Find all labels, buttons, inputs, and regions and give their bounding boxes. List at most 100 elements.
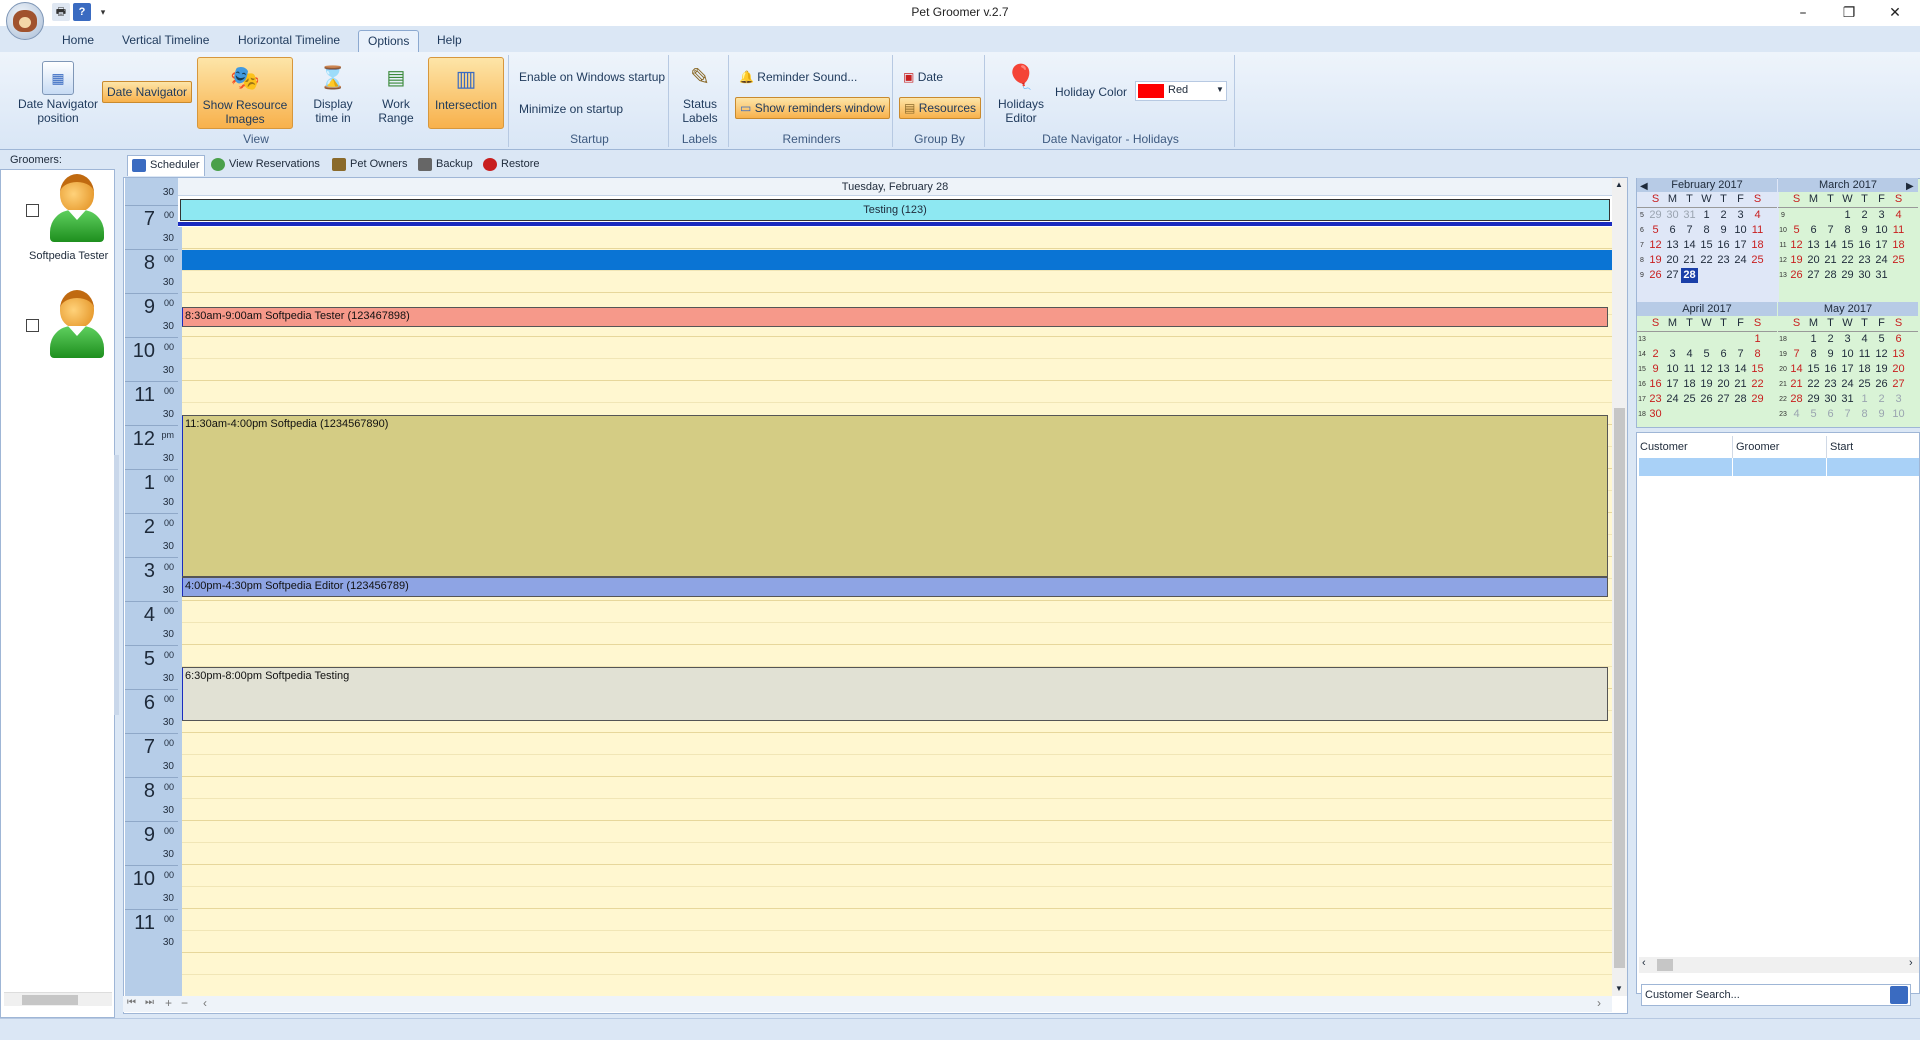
calendar-day[interactable]: 15 bbox=[1805, 362, 1822, 377]
calendar-day[interactable]: 31 bbox=[1839, 392, 1856, 407]
calendar-day[interactable]: 18 bbox=[1749, 238, 1766, 253]
calendar-day[interactable]: 8 bbox=[1749, 347, 1766, 362]
enable-on-windows-startup-button[interactable]: Enable on Windows startup bbox=[515, 67, 669, 89]
calendar-day[interactable]: 8 bbox=[1839, 223, 1856, 238]
calendar-day[interactable]: 4 bbox=[1749, 208, 1766, 223]
calendar-day[interactable]: 9 bbox=[1822, 347, 1839, 362]
calendar-day[interactable]: 15 bbox=[1698, 238, 1715, 253]
calendar-day[interactable]: 10 bbox=[1732, 223, 1749, 238]
calendar-day[interactable]: 22 bbox=[1749, 377, 1766, 392]
calendar-day[interactable]: 26 bbox=[1647, 268, 1664, 283]
calendar-day[interactable]: 9 bbox=[1647, 362, 1664, 377]
calendar-day[interactable]: 5 bbox=[1788, 223, 1805, 238]
calendar-day[interactable]: 12 bbox=[1873, 347, 1890, 362]
calendar-day[interactable]: 24 bbox=[1664, 392, 1681, 407]
calendar-day[interactable]: 9 bbox=[1715, 223, 1732, 238]
calendar-day[interactable]: 13 bbox=[1890, 347, 1907, 362]
time-slot[interactable] bbox=[178, 359, 1612, 381]
tab-view-reservations[interactable]: View Reservations bbox=[207, 155, 324, 176]
calendar-day[interactable]: 17 bbox=[1664, 377, 1681, 392]
calendar-day[interactable]: 27 bbox=[1715, 392, 1732, 407]
scroll-thumb[interactable] bbox=[22, 995, 78, 1005]
calendar-day[interactable]: 21 bbox=[1732, 377, 1749, 392]
calendar-day[interactable]: 27 bbox=[1890, 377, 1907, 392]
calendar-day[interactable]: 30 bbox=[1822, 392, 1839, 407]
time-slot[interactable] bbox=[178, 733, 1612, 755]
appointment[interactable]: 4:00pm-4:30pm Softpedia Editor (12345678… bbox=[178, 577, 1608, 597]
calendar-day[interactable]: 21 bbox=[1822, 253, 1839, 268]
calendar-day[interactable]: 10 bbox=[1890, 407, 1907, 422]
zoom-out-icon[interactable]: − bbox=[181, 996, 188, 1010]
calendar-day[interactable]: 30 bbox=[1664, 208, 1681, 223]
calendar-day[interactable]: 18 bbox=[1681, 377, 1698, 392]
groomer-checkbox[interactable] bbox=[26, 204, 39, 217]
calendar-day[interactable]: 22 bbox=[1698, 253, 1715, 268]
calendar-day[interactable]: 10 bbox=[1664, 362, 1681, 377]
column-header-groomer[interactable]: Groomer bbox=[1733, 436, 1827, 458]
calendar-day[interactable]: 3 bbox=[1873, 208, 1890, 223]
calendar-day[interactable]: 7 bbox=[1822, 223, 1839, 238]
calendar-day[interactable]: 18 bbox=[1890, 238, 1907, 253]
customize-qat-icon[interactable]: ▾ bbox=[94, 3, 112, 21]
display-time-in-button[interactable]: ⌛ Display time in bbox=[302, 57, 364, 129]
tab-pet-owners[interactable]: Pet Owners bbox=[328, 155, 411, 176]
calendar-day[interactable]: 25 bbox=[1856, 377, 1873, 392]
tab-home[interactable]: Home bbox=[58, 30, 98, 52]
calendar-day[interactable]: 16 bbox=[1715, 238, 1732, 253]
calendar-day[interactable]: 18 bbox=[1856, 362, 1873, 377]
calendar-day[interactable]: 8 bbox=[1805, 347, 1822, 362]
scroll-left-icon[interactable]: ‹ bbox=[1642, 957, 1646, 969]
time-slot[interactable] bbox=[178, 777, 1612, 799]
last-page-icon[interactable]: ⏭ bbox=[145, 997, 154, 1008]
calendar-day[interactable]: 17 bbox=[1839, 362, 1856, 377]
calendar-day[interactable]: 11 bbox=[1856, 347, 1873, 362]
appointment[interactable]: 6:30pm-8:00pm Softpedia Testing bbox=[178, 667, 1608, 721]
calendar-day[interactable]: 13 bbox=[1664, 238, 1681, 253]
calendar-day[interactable]: 3 bbox=[1839, 332, 1856, 347]
calendar-day[interactable]: 30 bbox=[1647, 407, 1664, 422]
calendar-day[interactable]: 27 bbox=[1664, 268, 1681, 283]
time-slot[interactable] bbox=[178, 271, 1612, 293]
calendar-day[interactable]: 27 bbox=[1805, 268, 1822, 283]
appointment[interactable]: 8:30am-9:00am Softpedia Tester (12346789… bbox=[178, 307, 1608, 327]
grid-cell[interactable] bbox=[1639, 458, 1733, 476]
help-icon[interactable]: ? bbox=[73, 3, 91, 21]
calendar-day[interactable]: 26 bbox=[1873, 377, 1890, 392]
calendar-day[interactable]: 21 bbox=[1681, 253, 1698, 268]
reminder-sound-button[interactable]: 🔔 Reminder Sound... bbox=[735, 67, 861, 89]
calendar-day[interactable]: 19 bbox=[1647, 253, 1664, 268]
calendar-day[interactable]: 6 bbox=[1805, 223, 1822, 238]
time-slot[interactable] bbox=[178, 601, 1612, 623]
calendar-day[interactable]: 1 bbox=[1805, 332, 1822, 347]
tab-restore[interactable]: Restore bbox=[479, 155, 544, 176]
calendar-day[interactable]: 7 bbox=[1681, 223, 1698, 238]
calendar-day[interactable]: 5 bbox=[1698, 347, 1715, 362]
calendar-day[interactable]: 1 bbox=[1839, 208, 1856, 223]
calendar-day[interactable]: 25 bbox=[1749, 253, 1766, 268]
calendar-day[interactable]: 6 bbox=[1664, 223, 1681, 238]
customer-search-input[interactable]: Customer Search... bbox=[1641, 984, 1911, 1006]
calendar-day[interactable]: 7 bbox=[1732, 347, 1749, 362]
group-by-date-button[interactable]: ▣ Date bbox=[899, 67, 947, 89]
calendar-day[interactable]: 25 bbox=[1681, 392, 1698, 407]
minimize-on-startup-button[interactable]: Minimize on startup bbox=[515, 99, 627, 121]
calendar-day[interactable]: 13 bbox=[1715, 362, 1732, 377]
calendar-day[interactable]: 10 bbox=[1873, 223, 1890, 238]
calendar-day[interactable]: 19 bbox=[1873, 362, 1890, 377]
scroll-thumb[interactable] bbox=[1614, 408, 1625, 968]
time-slot[interactable] bbox=[178, 865, 1612, 887]
scroll-right-icon[interactable]: › bbox=[1597, 996, 1601, 1010]
calendar-day[interactable]: 24 bbox=[1732, 253, 1749, 268]
calendar-day[interactable]: 5 bbox=[1805, 407, 1822, 422]
time-slot[interactable] bbox=[178, 887, 1612, 909]
calendar-day[interactable]: 8 bbox=[1698, 223, 1715, 238]
time-slot[interactable] bbox=[178, 645, 1612, 667]
calendar-day[interactable]: 28 bbox=[1732, 392, 1749, 407]
calendar-day[interactable]: 8 bbox=[1856, 407, 1873, 422]
time-slot[interactable] bbox=[178, 799, 1612, 821]
calendar-day[interactable]: 21 bbox=[1788, 377, 1805, 392]
calendar-day[interactable]: 1 bbox=[1856, 392, 1873, 407]
calendar-day[interactable]: 6 bbox=[1715, 347, 1732, 362]
calendar-day[interactable]: 11 bbox=[1890, 223, 1907, 238]
app-menu-button[interactable] bbox=[6, 2, 44, 40]
